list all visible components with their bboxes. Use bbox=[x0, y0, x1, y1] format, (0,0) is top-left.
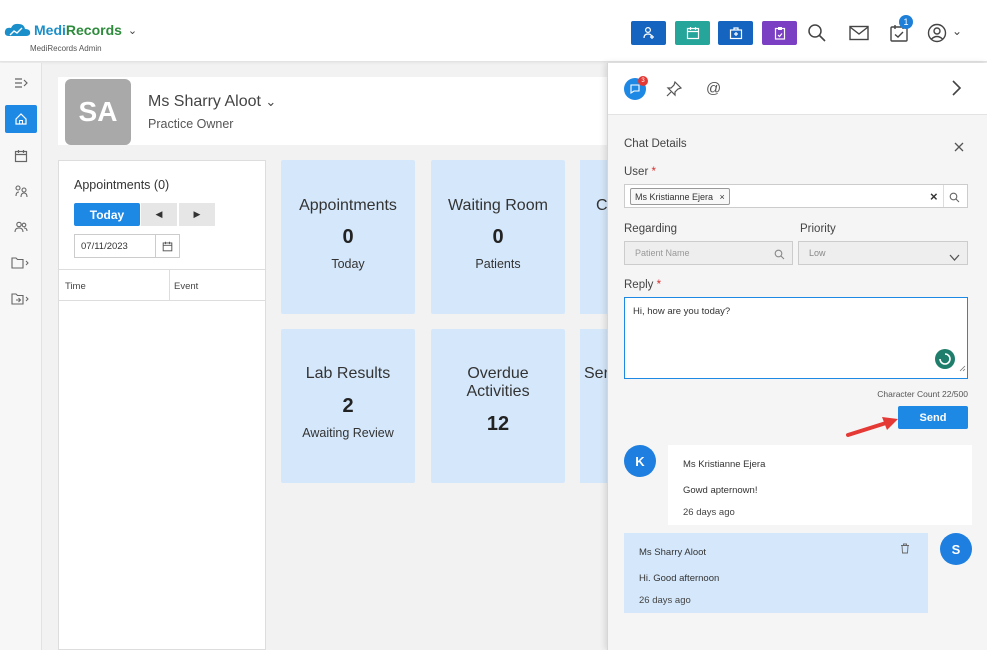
next-day-button[interactable]: ▶ bbox=[179, 203, 215, 226]
regarding-label: Regarding bbox=[624, 223, 678, 235]
chevron-down-icon[interactable]: ⌄ bbox=[128, 24, 137, 37]
grammar-assistant-icon[interactable] bbox=[935, 349, 955, 369]
shared-folder-icon bbox=[11, 293, 29, 305]
folder-icon bbox=[11, 257, 29, 269]
app-name: MediRecords bbox=[34, 22, 122, 38]
top-bar: MediRecords ⌄ MediRecords Admin 1 ⌄ bbox=[0, 0, 987, 62]
cloud-logo-icon bbox=[4, 22, 32, 38]
sidebar-item-home[interactable] bbox=[0, 104, 42, 134]
sidebar-item-folder[interactable] bbox=[0, 248, 42, 278]
medical-bag-icon bbox=[729, 27, 742, 40]
tile-partial-top[interactable]: C bbox=[580, 160, 608, 314]
chat-badge: 3 bbox=[638, 76, 648, 86]
clipboard-button[interactable] bbox=[762, 21, 797, 45]
tile-appointments[interactable]: Appointments 0 Today bbox=[281, 160, 415, 314]
chevron-right-icon[interactable] bbox=[950, 79, 962, 102]
tile-partial-bottom[interactable]: Ser bbox=[580, 329, 608, 483]
add-person-icon bbox=[642, 26, 654, 39]
medical-kit-button[interactable] bbox=[718, 21, 753, 45]
send-button[interactable]: Send bbox=[898, 406, 968, 429]
calendar-icon[interactable] bbox=[155, 235, 179, 257]
date-input[interactable]: 07/11/2023 bbox=[74, 234, 180, 258]
users-icon bbox=[14, 221, 28, 233]
sidebar-item-calendar[interactable] bbox=[0, 141, 42, 171]
reply-label: Reply * bbox=[624, 279, 662, 291]
trash-icon[interactable] bbox=[900, 543, 910, 557]
user-field[interactable]: Ms Kristianne Ejera × × bbox=[624, 184, 968, 208]
mail-icon[interactable] bbox=[848, 22, 870, 44]
prev-day-button[interactable]: ◀ bbox=[141, 203, 177, 226]
reply-textarea[interactable]: Hi, how are you today? bbox=[624, 297, 968, 379]
user-label: User * bbox=[624, 166, 656, 178]
search-icon[interactable] bbox=[949, 190, 960, 208]
clear-icon[interactable]: × bbox=[930, 189, 938, 204]
home-icon bbox=[15, 113, 27, 125]
clipboard-icon bbox=[774, 27, 785, 40]
avatar: SA bbox=[65, 79, 131, 145]
appointments-title: Appointments (0) bbox=[74, 178, 170, 192]
app-subtitle: MediRecords Admin bbox=[30, 44, 102, 53]
sidebar-item-patients[interactable] bbox=[0, 176, 42, 206]
resize-handle[interactable] bbox=[959, 359, 966, 377]
tile-overdue-activities[interactable]: Overdue Activities 12 bbox=[431, 329, 565, 483]
close-icon[interactable] bbox=[954, 139, 964, 157]
priority-label: Priority bbox=[800, 223, 836, 235]
user-chip: Ms Kristianne Ejera × bbox=[630, 188, 730, 205]
sidebar-item-users[interactable] bbox=[0, 212, 42, 242]
profile-name[interactable]: Ms Sharry Aloot ⌄ bbox=[148, 93, 276, 111]
stethoscope-icon bbox=[15, 185, 28, 198]
avatar: K bbox=[624, 445, 656, 477]
search-icon[interactable] bbox=[806, 22, 828, 44]
appointments-table-header: Time Event bbox=[59, 269, 265, 301]
profile-header: SA Ms Sharry Aloot ⌄ Practice Owner bbox=[58, 77, 618, 145]
chevron-down-icon[interactable]: ⌄ bbox=[265, 94, 276, 109]
calendar-icon bbox=[686, 27, 699, 40]
character-count: Character Count 22/500 bbox=[877, 389, 968, 399]
profile-role: Practice Owner bbox=[148, 117, 234, 131]
mention-icon[interactable]: @ bbox=[706, 80, 721, 97]
sidebar-item-shared-folder[interactable] bbox=[0, 284, 42, 314]
user-account-icon[interactable] bbox=[926, 22, 948, 44]
chat-message: Ms Kristianne Ejera Gowd apternown! 26 d… bbox=[668, 445, 972, 525]
calendar-icon bbox=[14, 150, 28, 163]
chip-remove-icon[interactable]: × bbox=[720, 192, 725, 202]
app-logo[interactable]: MediRecords ⌄ bbox=[4, 22, 137, 38]
add-patient-button[interactable] bbox=[631, 21, 666, 45]
chat-message: Ms Sharry Aloot Hi. Good afternoon 26 da… bbox=[624, 533, 928, 613]
tile-lab-results[interactable]: Lab Results 2 Awaiting Review bbox=[281, 329, 415, 483]
tasks-badge: 1 bbox=[899, 15, 913, 29]
priority-select[interactable]: Low bbox=[798, 241, 968, 265]
column-time: Time bbox=[65, 281, 86, 292]
chevron-down-icon[interactable] bbox=[949, 249, 960, 267]
pin-icon[interactable] bbox=[666, 80, 683, 102]
chat-details-title: Chat Details bbox=[624, 138, 687, 150]
column-event: Event bbox=[174, 281, 199, 292]
regarding-input[interactable]: Patient Name bbox=[624, 241, 793, 265]
today-button[interactable]: Today bbox=[74, 203, 140, 226]
left-rail bbox=[0, 63, 42, 650]
avatar: S bbox=[940, 533, 972, 565]
chat-panel-toolbar: 3 @ bbox=[608, 63, 987, 115]
tile-waiting-room[interactable]: Waiting Room 0 Patients bbox=[431, 160, 565, 314]
annotation-arrow-icon bbox=[842, 415, 902, 446]
search-icon[interactable] bbox=[774, 247, 785, 265]
chat-panel: 3 @ Chat Details User * Ms Kristianne Ej… bbox=[607, 63, 987, 650]
chevron-down-icon[interactable]: ⌄ bbox=[952, 24, 962, 38]
expand-menu-icon[interactable] bbox=[0, 68, 42, 98]
calendar-button[interactable] bbox=[675, 21, 710, 45]
appointments-panel: Appointments (0) Today ◀ ▶ 07/11/2023 Ti… bbox=[58, 160, 266, 650]
